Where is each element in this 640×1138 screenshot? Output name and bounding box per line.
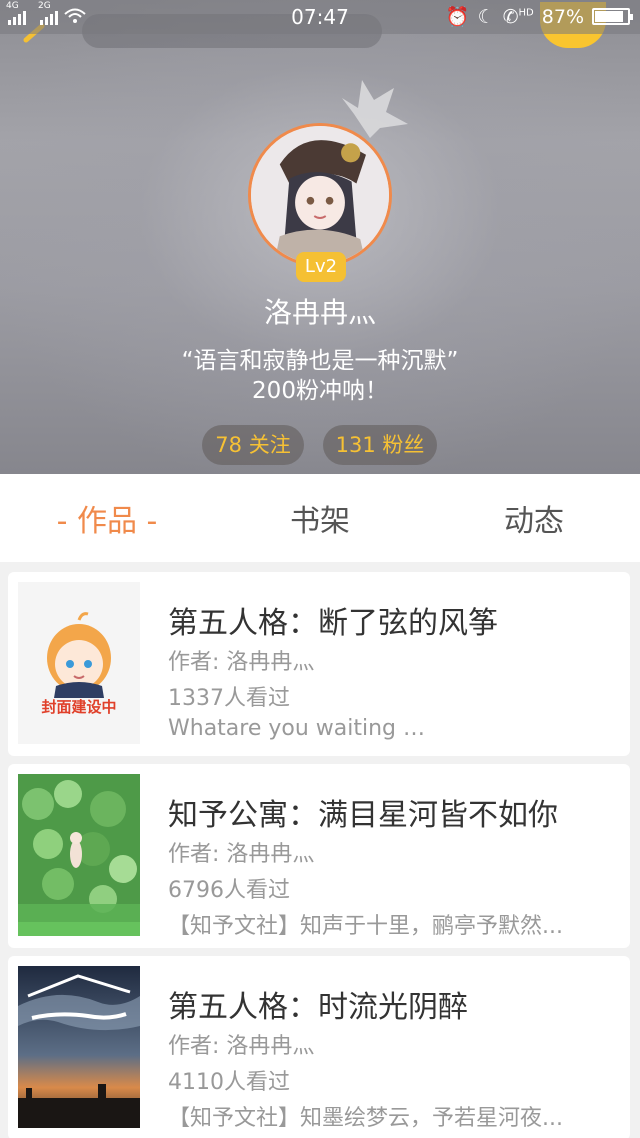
cover-image <box>18 774 140 936</box>
cover-placeholder-image <box>18 582 140 744</box>
level-badge: Lv2 <box>296 252 346 282</box>
book-cover: 封面建设中 <box>18 582 140 744</box>
tab-bar: - 作品 - 书架 动态 <box>0 474 640 562</box>
avatar[interactable] <box>248 123 392 267</box>
alarm-icon: ⏰ <box>445 6 470 28</box>
book-views: 6796人看过 <box>168 878 290 903</box>
book-author: 作者: 洛冉冉灬 <box>168 650 315 675</box>
book-cover <box>18 774 140 936</box>
bio-line-2: 200粉冲呐！ <box>252 378 388 404</box>
bio: “语言和寂静也是一种沉默” 200粉冲呐！ <box>0 346 640 406</box>
list-item[interactable]: 第五人格：时流光阴醉 作者: 洛冉冉灬 4110人看过 【知予文社】知墨绘梦云，… <box>8 956 630 1138</box>
username: 洛冉冉灬 <box>263 296 376 329</box>
works-list: 封面建设中 第五人格：断了弦的风筝 作者: 洛冉冉灬 1337人看过 Whata… <box>0 562 640 1138</box>
bio-line-1: “语言和寂静也是一种沉默” <box>181 348 459 374</box>
moon-icon: ☾ <box>477 5 495 28</box>
followers-button[interactable]: 131 粉丝 <box>323 425 437 465</box>
list-item[interactable]: 知予公寓：满目星河皆不如你 作者: 洛冉冉灬 6796人看过 【知予文社】知声于… <box>8 764 630 948</box>
battery-icon <box>592 8 633 25</box>
following-button[interactable]: 78 关注 <box>202 425 304 465</box>
book-author: 作者: 洛冉冉灬 <box>168 842 315 867</box>
book-title: 知予公寓：满目星河皆不如你 <box>168 798 558 833</box>
list-item[interactable]: 封面建设中 第五人格：断了弦的风筝 作者: 洛冉冉灬 1337人看过 Whata… <box>8 572 630 756</box>
book-desc: Whatare you waiting … <box>168 716 426 741</box>
tab-activity[interactable]: 动态 <box>484 474 584 562</box>
phone-icon: ✆HD <box>502 5 534 28</box>
battery-percent: 87% <box>541 5 584 28</box>
book-title: 第五人格：断了弦的风筝 <box>168 606 498 641</box>
profile-page: 4G 2G 07:47 ⏰ ☾ ✆HD 87% Lv2 洛冉冉灬 “语言和寂静也… <box>0 0 640 1138</box>
book-views: 4110人看过 <box>168 1070 290 1095</box>
book-cover <box>18 966 140 1128</box>
book-desc: 【知予文社】知声于十里，鹂亭予默然... <box>168 914 563 939</box>
book-desc: 【知予文社】知墨绘梦云，予若星河夜... <box>168 1106 563 1131</box>
cover-image <box>18 966 140 1128</box>
profile-header: 4G 2G 07:47 ⏰ ☾ ✆HD 87% Lv2 洛冉冉灬 “语言和寂静也… <box>0 0 640 474</box>
tab-bookshelf[interactable]: 书架 <box>270 474 370 562</box>
book-views: 1337人看过 <box>168 686 290 711</box>
status-bar: 4G 2G 07:47 ⏰ ☾ ✆HD 87% <box>0 0 640 34</box>
avatar-image <box>251 126 389 264</box>
book-title: 第五人格：时流光阴醉 <box>168 990 468 1025</box>
tab-works[interactable]: - 作品 - <box>40 474 174 562</box>
book-author: 作者: 洛冉冉灬 <box>168 1034 315 1059</box>
cover-placeholder-text: 封面建设中 <box>41 698 117 716</box>
